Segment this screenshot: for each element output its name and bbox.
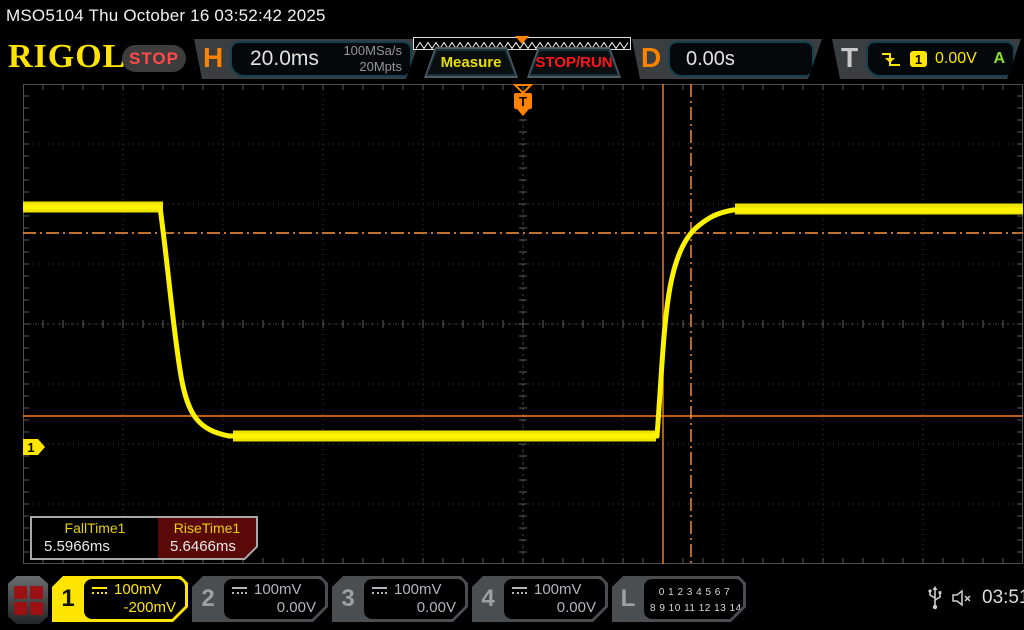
channel-2-box[interactable]: 2 100mV 0.00V (192, 576, 328, 622)
preview-trigger-position-icon (515, 36, 529, 44)
horizontal-label: H (203, 42, 223, 74)
trigger-sweep-mode: A (993, 50, 1005, 68)
acquisition-info: 100MSa/s 20Mpts (343, 43, 410, 74)
stop-run-button[interactable]: STOP/RUN (527, 47, 621, 78)
logic-analyzer-box[interactable]: L 0 1 2 3 4 5 6 7 8 9 10 11 12 13 14 15 (612, 576, 746, 622)
delay-value[interactable]: 0.00s (686, 48, 735, 71)
status-clock: 03:51 (982, 587, 1024, 609)
trigger-level-value[interactable]: 0.00V (935, 50, 977, 68)
measurement-risetime[interactable]: RiseTime1 5.6466ms (158, 518, 256, 558)
rigol-logo: RIGOL (8, 38, 126, 76)
falling-edge-icon (880, 51, 902, 68)
ch1-scale: 100mV (114, 581, 162, 598)
model-date-line: MSO5104 Thu October 16 03:52:42 2025 (6, 6, 326, 26)
ch4-offset: 0.00V (512, 599, 596, 616)
trigger-source-badge: 1 (910, 51, 927, 67)
dc-coupling-icon (92, 587, 107, 594)
channel-3-box[interactable]: 3 100mV 0.00V (332, 576, 468, 622)
svg-text:T: T (519, 94, 527, 109)
dc-coupling-icon (512, 587, 527, 594)
timebase-value[interactable]: 20.0ms (250, 47, 319, 71)
waveform-display-area[interactable]: T1 (23, 84, 1023, 564)
run-state-badge[interactable]: STOP (122, 45, 186, 72)
channel-menu-button[interactable] (8, 576, 48, 624)
ch1-offset: -200mV (92, 599, 176, 616)
measurement-results-panel[interactable]: FallTime1 5.5966ms RiseTime1 5.6466ms (30, 516, 258, 560)
memory-depth: 20Mpts (343, 59, 402, 75)
delay-label: D (641, 42, 661, 74)
horizontal-settings-group[interactable]: H 20.0ms 100MSa/s 20Mpts (194, 39, 420, 79)
measure-button[interactable]: Measure (424, 47, 518, 78)
grid-icon (8, 576, 48, 624)
measurement-falltime[interactable]: FallTime1 5.5966ms (32, 518, 158, 558)
dc-coupling-icon (372, 587, 387, 594)
dc-coupling-icon (232, 587, 247, 594)
speaker-muted-icon[interactable] (951, 589, 973, 607)
svg-text:1: 1 (27, 440, 34, 455)
ch3-scale: 100mV (394, 581, 442, 598)
logic-channels-row1: 0 1 2 3 4 5 6 7 (650, 585, 739, 601)
graticule: T1 (23, 84, 1023, 564)
ch4-scale: 100mV (534, 581, 582, 598)
logic-channels-row2: 8 9 10 11 12 13 14 15 (650, 601, 739, 617)
channel-1-box[interactable]: 1 100mV -200mV (52, 576, 188, 622)
ch2-scale: 100mV (254, 581, 302, 598)
trigger-settings-group[interactable]: T 1 0.00V A (832, 39, 1021, 79)
trigger-label: T (841, 42, 858, 74)
sample-rate: 100MSa/s (343, 43, 402, 59)
delay-settings-group[interactable]: D 0.00s (632, 39, 822, 79)
oscilloscope-screen: MSO5104 Thu October 16 03:52:42 2025 RIG… (0, 0, 1024, 630)
usb-icon (928, 586, 942, 610)
channel-4-box[interactable]: 4 100mV 0.00V (472, 576, 608, 622)
ch3-offset: 0.00V (372, 599, 456, 616)
ch2-offset: 0.00V (232, 599, 316, 616)
